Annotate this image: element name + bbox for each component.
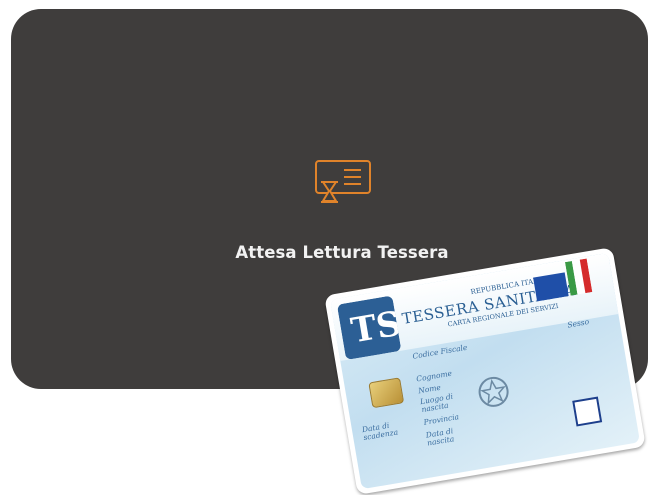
label-cognome: Cognome xyxy=(415,368,453,384)
card-chip xyxy=(368,377,405,409)
region-logo-icon xyxy=(572,396,603,427)
label-data-nascita: Data di nascita xyxy=(425,426,455,448)
card-reader-hourglass-icon xyxy=(315,160,371,203)
italian-emblem-icon xyxy=(478,376,509,407)
ts-logo-icon: TS xyxy=(337,296,401,360)
label-provincia: Provincia xyxy=(422,412,460,427)
svg-text:TS: TS xyxy=(348,304,401,352)
label-scadenza: Data di scadenza xyxy=(361,420,399,443)
